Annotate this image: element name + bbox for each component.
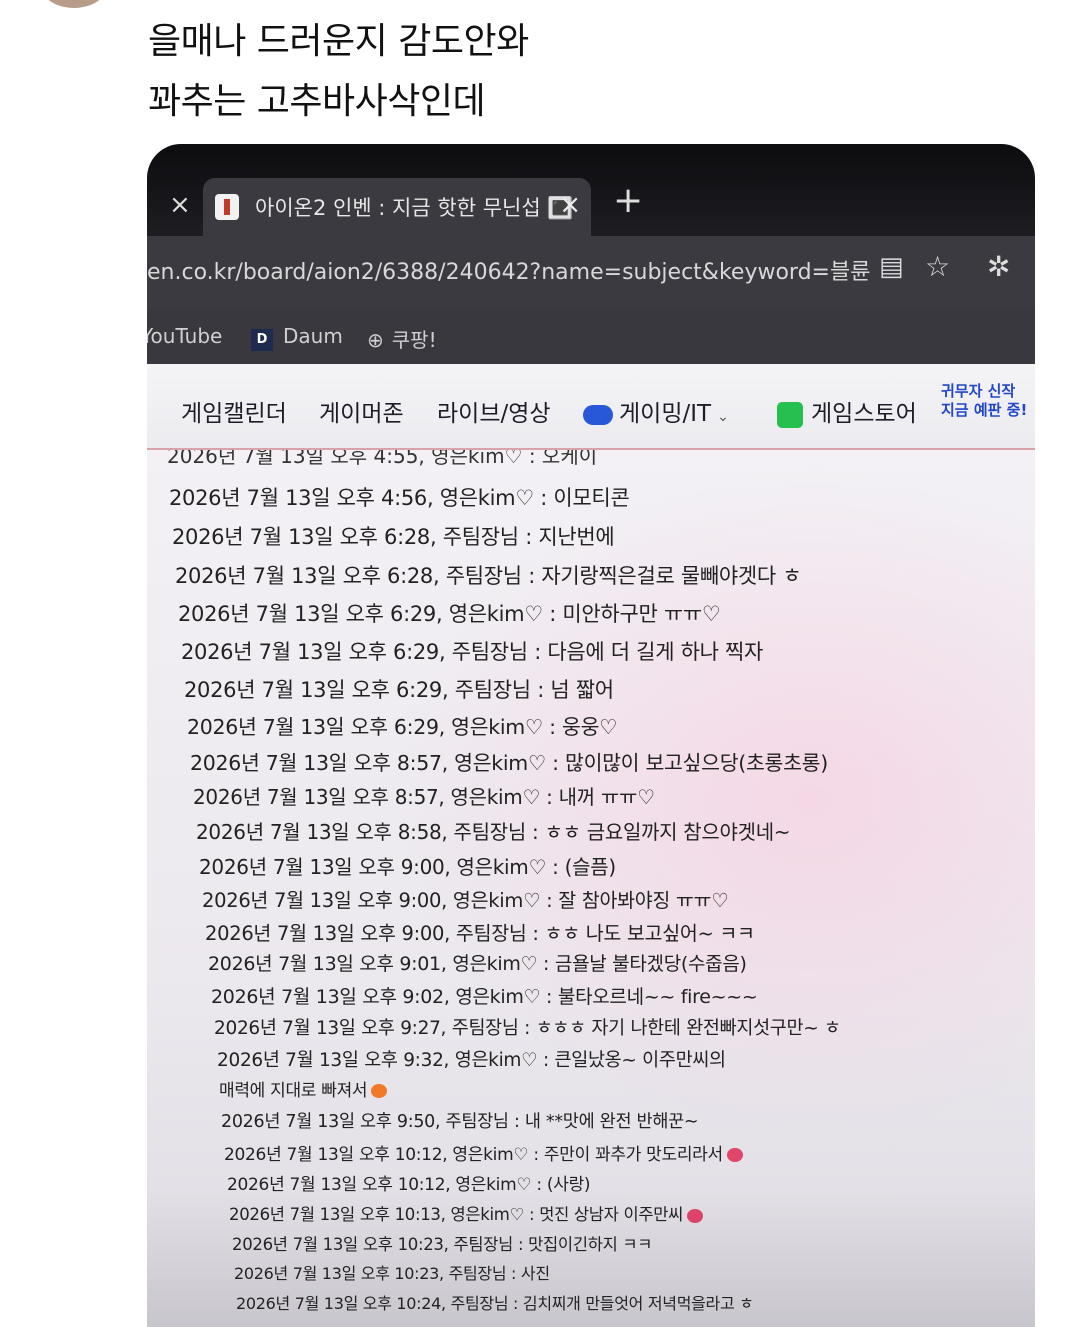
globe-icon: ⊕: [367, 328, 384, 352]
chat-message: 2026년 7월 13일 오후 6:28, 주팀장님 : 지난번에: [172, 525, 615, 549]
nav-live-video[interactable]: 라이브/영상: [437, 394, 551, 428]
chat-message: 2026년 7월 13일 오후 6:29, 주팀장님 : 다음에 더 길게 하나…: [181, 640, 764, 664]
bookmark-youtube[interactable]: YouTube: [147, 324, 222, 348]
nav-gaming-it[interactable]: 게이밍/IT ⌄: [583, 394, 729, 428]
post-text-line-2: 꽈추는 고추바사삭인데: [148, 81, 486, 122]
chat-message: 2026년 7월 13일 오후 9:01, 영은kim♡ : 금욜날 불타겠당(…: [208, 953, 747, 975]
close-icon[interactable]: ×: [169, 190, 191, 220]
gamepad-icon: [583, 404, 613, 425]
chat-message: 매력에 지대로 빠져서: [219, 1076, 388, 1101]
url-text[interactable]: en.co.kr/board/aion2/6388/240642?name=su…: [147, 254, 870, 286]
nav-game-store[interactable]: 게임스토어: [777, 394, 917, 428]
bookmark-daum[interactable]: D Daum: [251, 324, 343, 351]
store-icon: [777, 401, 803, 428]
chat-message: 2026년 7월 13일 오후 9:00, 영은kim♡ : 잘 참아봐야징 ㅠ…: [202, 889, 729, 912]
chat-message: 2026년 7월 13일 오후 6:29, 영은kim♡ : 미안하구만 ㅠㅠ♡: [178, 602, 721, 626]
tab-title: 아이온2 인벤 : 지금 핫한 무닌섭 🔳: [255, 196, 574, 220]
chat-message: 2026년 7월 13일 오후 4:56, 영은kim♡ : 이모티콘: [169, 486, 630, 510]
new-tab-button[interactable]: +: [613, 180, 643, 221]
chat-message: 2026년 7월 13일 오후 8:58, 주팀장님 : ㅎㅎ 금요일까지 참으…: [196, 820, 791, 844]
daum-icon: D: [251, 329, 273, 351]
bookmarks-bar: YouTube D Daum ⊕ 쿠팡!: [147, 308, 1035, 364]
bookmark-coupang[interactable]: ⊕ 쿠팡!: [367, 324, 437, 353]
nav-game-calendar[interactable]: 게임캘린더: [181, 394, 287, 428]
avatar[interactable]: [40, 0, 108, 8]
extension-icon[interactable]: ✲: [987, 250, 1010, 283]
chat-message: 2026년 7월 13일 오후 9:32, 영은kim♡ : 큰일났옹~ 이주만…: [217, 1050, 726, 1071]
promo-banner[interactable]: 귀무자 신작 지금 예판 중!: [941, 382, 1027, 420]
chat-message: 2026년 7월 13일 오후 6:28, 주팀장님 : 자기랑찍은걸로 물빼야…: [175, 564, 802, 588]
photo-shade: [147, 1187, 1035, 1327]
emoji-icon: [726, 1148, 743, 1162]
chevron-down-icon: ⌄: [717, 409, 729, 425]
chat-message: 2026년 7월 13일 오후 9:00, 영은kim♡ : (슬픔): [199, 855, 616, 879]
chat-message: 2026년 7월 13일 오후 6:29, 주팀장님 : 넘 짧어: [184, 678, 614, 702]
chat-message: 2026년 7월 13일 오후 9:50, 주팀장님 : 내 **맛에 완전 반…: [221, 1112, 699, 1132]
browser-tab[interactable]: 아이온2 인벤 : 지금 핫한 무닌섭 🔳 ×: [203, 178, 591, 236]
post-text-line-1: 을매나 드러운지 감도안와: [148, 21, 529, 62]
close-icon[interactable]: ×: [559, 190, 581, 220]
chat-message: 2026년 7월 13일 오후 9:27, 주팀장님 : ㅎㅎㅎ 자기 나한테 …: [214, 1018, 841, 1039]
chat-message: 2026년 7월 13일 오후 10:12, 영은kim♡ : 주만이 꽈추가 …: [224, 1140, 743, 1165]
site-nav: 게임캘린더 게이머존 라이브/영상 게이밍/IT ⌄ 게임스토어 귀무자 신작 지…: [147, 364, 1035, 450]
chat-line-cut: 2026년 7월 13일 오후 4:55, 영은kim♡ : 오케이: [167, 450, 598, 468]
chat-message: 2026년 7월 13일 오후 9:02, 영은kim♡ : 불타오르네~~ f…: [211, 986, 758, 1008]
browser-tab-bar: × 아이온2 인벤 : 지금 핫한 무닌섭 🔳 × +: [147, 144, 1035, 236]
chat-message: 2026년 7월 13일 오후 9:00, 주팀장님 : ㅎㅎ 나도 보고싶어~…: [205, 922, 755, 945]
nav-gamer-zone[interactable]: 게이머존: [319, 394, 404, 428]
address-bar[interactable]: en.co.kr/board/aion2/6388/240642?name=su…: [147, 236, 1035, 308]
chat-log: 2026년 7월 13일 오후 4:55, 영은kim♡ : 오케이 2026년…: [147, 450, 1035, 1327]
chat-message: 2026년 7월 13일 오후 8:57, 영은kim♡ : 내꺼 ㅠㅠ♡: [193, 785, 655, 809]
emoji-icon: [371, 1084, 388, 1098]
chat-message: 2026년 7월 13일 오후 6:29, 영은kim♡ : 웅웅♡: [187, 715, 618, 739]
attached-photo[interactable]: × 아이온2 인벤 : 지금 핫한 무닌섭 🔳 × + en.co.kr/boa…: [147, 144, 1035, 1327]
reader-icon[interactable]: ▤: [879, 252, 904, 282]
chat-message: 2026년 7월 13일 오후 8:57, 영은kim♡ : 많이많이 보고싶으…: [190, 751, 828, 775]
inven-favicon-icon: [215, 194, 239, 220]
star-icon[interactable]: ☆: [925, 250, 950, 283]
